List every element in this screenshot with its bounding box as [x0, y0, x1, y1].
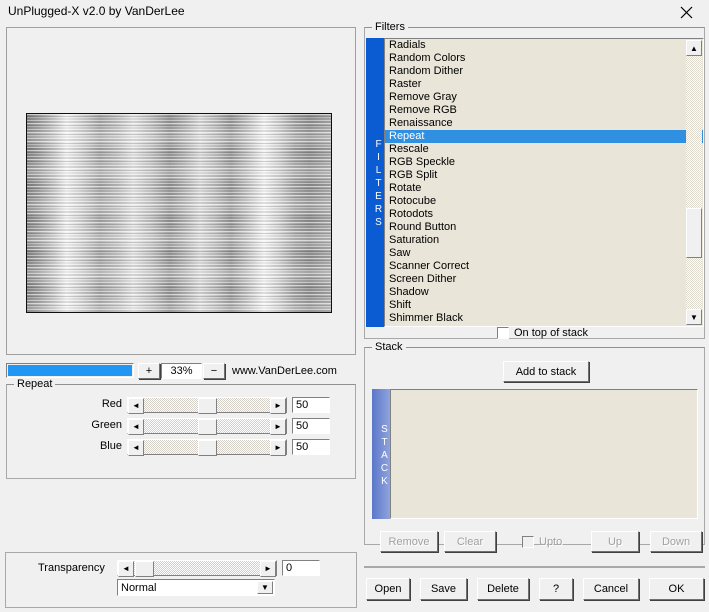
on-top-of-stack-label: On top of stack: [514, 327, 588, 339]
filter-list-item[interactable]: Rescale: [385, 143, 703, 156]
on-top-of-stack-checkbox[interactable]: [497, 327, 509, 339]
delete-button[interactable]: Delete: [477, 578, 529, 600]
filters-scrollbar[interactable]: ▲ ▼: [686, 40, 702, 325]
filters-item-container: Radials Random Colors Random Dither Raster R…: [385, 39, 703, 325]
blend-mode-select[interactable]: Normal ▼: [117, 579, 275, 596]
slider-label-red: Red: [101, 398, 122, 410]
filter-list-item[interactable]: Raster: [385, 78, 703, 91]
remove-button[interactable]: Remove: [380, 531, 438, 552]
slider-row-red: Red ◄ ► 50: [17, 397, 347, 414]
filter-list-item[interactable]: Shift: [385, 299, 703, 312]
close-icon: [680, 6, 692, 19]
filters-scroll-down-button[interactable]: ▼: [686, 309, 702, 325]
stack-vertical-band: STACK: [372, 389, 390, 519]
filter-list-item[interactable]: Round Button: [385, 221, 703, 234]
dialog-separator: [364, 566, 705, 568]
help-button[interactable]: ?: [539, 578, 573, 600]
slider-row-green: Green ◄ ► 50: [17, 418, 347, 435]
slider-row-blue: Blue ◄ ► 50: [17, 439, 347, 456]
slider-green-value-input[interactable]: 50: [292, 418, 330, 434]
upto-label: Upto: [539, 536, 563, 548]
filter-list-item[interactable]: Radials: [385, 39, 703, 52]
slider-blue-value-input[interactable]: 50: [292, 439, 330, 455]
upto-checkbox-row[interactable]: Upto: [522, 536, 562, 548]
filter-list-item[interactable]: Saw: [385, 247, 703, 260]
slider-label-green: Green: [91, 419, 122, 431]
add-to-stack-button[interactable]: Add to stack: [503, 361, 589, 382]
preview-image[interactable]: [26, 113, 332, 313]
filters-listbox[interactable]: Radials Random Colors Random Dither Raster R…: [384, 38, 704, 327]
slider-blue[interactable]: ◄ ►: [127, 439, 287, 456]
filters-group: Filters FILTERS Radials Random Colors Rand…: [364, 21, 705, 339]
filter-list-item[interactable]: Random Colors: [385, 52, 703, 65]
filter-list-item[interactable]: Scanner Correct: [385, 260, 703, 273]
preview-panel[interactable]: [6, 27, 356, 355]
stack-group-legend: Stack: [372, 341, 406, 353]
transparency-right-arrow[interactable]: ►: [260, 561, 276, 577]
filter-list-item[interactable]: Remove RGB: [385, 104, 703, 117]
metal-texture: [27, 114, 331, 312]
slider-red-right-arrow[interactable]: ►: [270, 398, 286, 414]
zoom-progress-bar[interactable]: [6, 363, 134, 378]
save-button[interactable]: Save: [420, 578, 467, 600]
cancel-button[interactable]: Cancel: [583, 578, 639, 600]
filter-list-item[interactable]: Shadow: [385, 286, 703, 299]
filter-list-item[interactable]: Shimmer Black: [385, 312, 703, 325]
slider-green-left-arrow[interactable]: ◄: [128, 419, 144, 435]
zoom-in-button[interactable]: +: [138, 363, 160, 379]
repeat-group: Repeat Red ◄ ► 50 Green ◄ ► 50 Blue ◄ ► …: [6, 378, 356, 479]
slider-blue-right-arrow[interactable]: ►: [270, 440, 286, 456]
ok-button[interactable]: OK: [649, 578, 704, 600]
slider-blue-thumb[interactable]: [198, 440, 217, 456]
blend-mode-value: Normal: [121, 581, 157, 594]
filter-list-item[interactable]: Rotate: [385, 182, 703, 195]
upto-checkbox[interactable]: [522, 536, 534, 548]
chevron-down-icon[interactable]: ▼: [257, 581, 273, 594]
transparency-left-arrow[interactable]: ◄: [118, 561, 134, 577]
filter-list-item[interactable]: Random Dither: [385, 65, 703, 78]
filter-list-item[interactable]: Rotocube: [385, 195, 703, 208]
filter-list-item[interactable]: Screen Dither: [385, 273, 703, 286]
window-title: UnPlugged-X v2.0 by VanDerLee: [8, 4, 185, 18]
slider-red-left-arrow[interactable]: ◄: [128, 398, 144, 414]
filter-list-item[interactable]: Remove Gray: [385, 91, 703, 104]
open-button[interactable]: Open: [366, 578, 410, 600]
filter-list-item[interactable]: Rotodots: [385, 208, 703, 221]
filter-list-item[interactable]: Repeat: [385, 130, 703, 143]
slider-green-thumb[interactable]: [198, 419, 217, 435]
slider-green-right-arrow[interactable]: ►: [270, 419, 286, 435]
transparency-thumb[interactable]: [135, 561, 154, 577]
on-top-of-stack-checkbox-row[interactable]: On top of stack: [497, 327, 588, 339]
slider-blue-left-arrow[interactable]: ◄: [128, 440, 144, 456]
zoom-progress-fill: [8, 365, 132, 376]
filter-list-item[interactable]: Saturation: [385, 234, 703, 247]
unplugged-x-window: UnPlugged-X v2.0 by VanDerLee + 33% − ww…: [0, 0, 709, 612]
website-link[interactable]: www.VanDerLee.com: [232, 365, 337, 377]
stack-group: Stack Add to stack STACK: [364, 341, 705, 545]
transparency-value-input[interactable]: 0: [282, 560, 320, 576]
move-up-button[interactable]: Up: [591, 531, 639, 552]
slider-green[interactable]: ◄ ►: [127, 418, 287, 435]
transparency-slider[interactable]: ◄ ►: [117, 560, 277, 577]
repeat-group-legend: Repeat: [14, 378, 56, 390]
stack-listbox[interactable]: [390, 389, 698, 519]
filters-group-legend: Filters: [372, 21, 408, 33]
transparency-label: Transparency: [38, 562, 105, 574]
close-button[interactable]: [663, 0, 709, 25]
move-down-button[interactable]: Down: [650, 531, 702, 552]
filters-scroll-thumb[interactable]: [686, 208, 702, 258]
filters-vertical-band: FILTERS: [366, 38, 384, 327]
filter-list-item[interactable]: RGB Speckle: [385, 156, 703, 169]
clear-button[interactable]: Clear: [444, 531, 496, 552]
slider-red[interactable]: ◄ ►: [127, 397, 287, 414]
filters-scroll-up-button[interactable]: ▲: [686, 40, 702, 56]
zoom-out-button[interactable]: −: [203, 363, 225, 379]
zoom-level-value: 33%: [161, 363, 202, 379]
slider-label-blue: Blue: [99, 440, 122, 452]
slider-red-thumb[interactable]: [198, 398, 217, 414]
filter-list-item[interactable]: RGB Split: [385, 169, 703, 182]
slider-red-value-input[interactable]: 50: [292, 397, 330, 413]
filter-list-item[interactable]: Renaissance: [385, 117, 703, 130]
title-bar: UnPlugged-X v2.0 by VanDerLee: [0, 0, 709, 25]
